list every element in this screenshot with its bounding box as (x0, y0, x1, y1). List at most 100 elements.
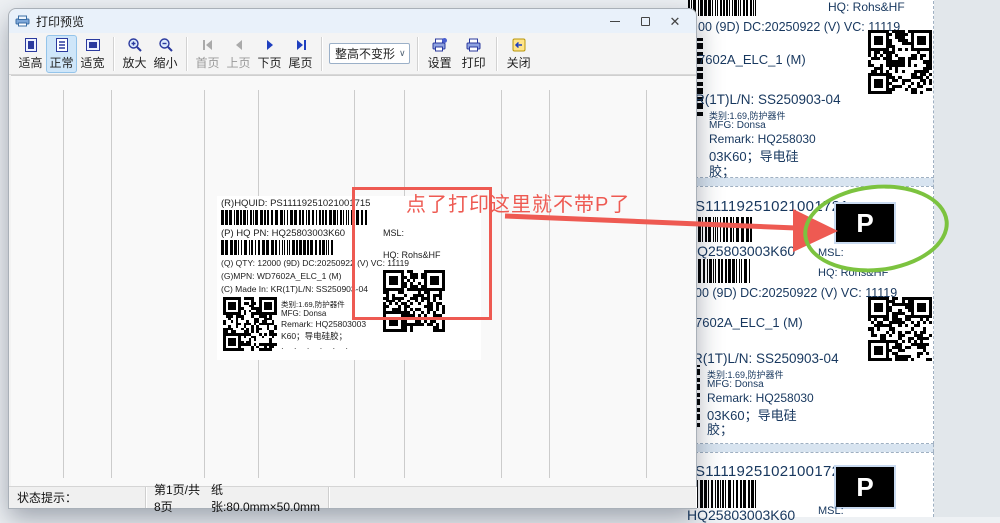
zoom-out-label: 缩小 (153, 54, 177, 71)
fit-height-button[interactable]: 适高 (15, 35, 46, 73)
zoom-out-button[interactable]: 缩小 (150, 35, 181, 73)
label-mfg: MFG: Donsa (707, 379, 764, 390)
label-lot: R(1T)L/N: SS250903-04 (693, 351, 839, 366)
last-page-icon (293, 37, 309, 53)
preview-area[interactable]: (R)HQUID: PS11119251021001715 (P) HQ PN:… (11, 75, 696, 487)
close-preview-label: 关闭 (507, 54, 531, 71)
next-page-button[interactable]: 下页 (254, 35, 285, 73)
print-settings-button[interactable]: 设置 (423, 35, 457, 73)
window-title: 打印预览 (36, 13, 84, 30)
close-icon: ✕ (670, 15, 681, 28)
preview-mfg: MFG: Donsa (281, 309, 326, 318)
preview-hquid: (R)HQUID: PS11119251021001715 (221, 198, 370, 209)
preview-dots: · · · · · · (281, 344, 352, 353)
scale-mode-select[interactable]: 整高不变形 ∨ (329, 43, 410, 64)
print-settings-label: 设置 (428, 54, 452, 71)
close-preview-button[interactable]: 关闭 (502, 35, 536, 73)
preview-remark: Remark: HQ25803003 (281, 319, 366, 329)
fit-height-icon (23, 37, 39, 53)
barcode (688, 259, 750, 283)
minimize-button[interactable] (600, 10, 630, 32)
preview-mpn: (G)MPN: WD7602A_ELC_1 (M) (221, 271, 341, 281)
printed-label-3: S11119251021001722 P HQ25803003K60 MSL: (690, 452, 934, 517)
toolbar-separator (417, 37, 418, 71)
label-pn: HQ25803003K60 (687, 243, 795, 259)
print-settings-icon (431, 37, 448, 53)
prev-page-button[interactable]: 上页 (223, 35, 254, 73)
label-qty: 00 (9D) DC:20250922 (V) VC: 11119 (695, 286, 897, 300)
preview-hq: HQ: Rohs&HF (383, 250, 441, 260)
next-page-label: 下页 (257, 54, 281, 71)
preview-qty: (Q) QTY: 12000 (9D) DC:20250922 (V) VC: … (221, 258, 409, 268)
toolbar-separator (496, 37, 497, 71)
label-remark: Remark: HQ258030 (707, 391, 814, 405)
barcode (688, 0, 756, 16)
next-page-icon (262, 37, 278, 53)
print-icon (465, 37, 482, 53)
fit-height-label: 适高 (18, 54, 42, 71)
prev-page-label: 上页 (226, 54, 250, 71)
toolbar: 适高 正常 适宽 放大 缩 (9, 33, 696, 75)
print-preview-window: 打印预览 ✕ 适高 正常 适宽 (8, 8, 697, 509)
label-lot: R(1T)L/N: SS250903-04 (695, 92, 841, 107)
label-guide-line (646, 90, 647, 478)
label-remark3: 胶； (709, 161, 735, 180)
msl-p-mark: P (836, 467, 894, 507)
qr-code (868, 297, 932, 361)
label-hquid: S11119251021001721 (695, 198, 849, 215)
prev-page-icon (231, 37, 247, 53)
first-page-label: 首页 (195, 54, 219, 71)
label-guide-line (63, 90, 64, 478)
qr-code (223, 297, 277, 351)
toolbar-separator (321, 37, 322, 71)
qr-code (868, 30, 932, 94)
first-page-button[interactable]: 首页 (192, 35, 223, 73)
preview-remark2: K60；导电硅胶； (281, 330, 347, 342)
msl-p-mark: P (836, 204, 894, 242)
label-guide-line (111, 90, 112, 478)
preview-pn: (P) HQ PN: HQ25803003K60 (221, 228, 345, 239)
zoom-in-button[interactable]: 放大 (119, 35, 150, 73)
normal-view-label: 正常 (49, 54, 73, 71)
preview-msl: MSL: (383, 228, 404, 238)
barcode (221, 210, 367, 225)
titlebar[interactable]: 打印预览 ✕ (9, 9, 696, 33)
barcode (688, 217, 754, 242)
close-button[interactable]: ✕ (660, 10, 690, 32)
toolbar-separator (113, 37, 114, 71)
printer-icon (15, 15, 30, 27)
chevron-down-icon: ∨ (395, 48, 406, 59)
minimize-icon (610, 21, 620, 22)
fit-width-button[interactable]: 适宽 (77, 35, 108, 73)
p-letter: P (856, 472, 873, 503)
maximize-icon (641, 17, 650, 26)
toolbar-separator (186, 37, 187, 71)
print-button[interactable]: 打印 (457, 35, 491, 73)
zoom-in-icon (127, 37, 143, 53)
status-extra (329, 487, 696, 508)
label-hquid: S11119251021001722 (695, 463, 849, 480)
fit-width-icon (85, 37, 101, 53)
last-page-button[interactable]: 尾页 (285, 35, 316, 73)
p-letter: P (856, 208, 873, 239)
label-msl: MSL: (818, 505, 844, 517)
label-sheet-panel: HQ: Rohs&HF 00 (9D) DC:20250922 (V) VC: … (690, 0, 1000, 517)
label-hq: HQ: Rohs&HF (818, 267, 888, 279)
exit-icon (511, 37, 527, 53)
label-guide-line (204, 90, 205, 478)
statusbar: 状态提示： 第1页/共8页 纸张:80.0mm×50.0mm (9, 486, 696, 508)
status-hint: 状态提示： (17, 489, 77, 506)
barcode (221, 240, 333, 255)
label-pn: HQ25803003K60 (687, 507, 795, 523)
zoom-in-label: 放大 (122, 54, 146, 71)
print-label: 打印 (462, 54, 486, 71)
maximize-button[interactable] (630, 10, 660, 32)
printed-label-2: S11119251021001721 P HQ25803003K60 MSL: … (690, 186, 934, 444)
printed-label-1: HQ: Rohs&HF 00 (9D) DC:20250922 (V) VC: … (690, 0, 934, 178)
label-mfg: MFG: Donsa (709, 120, 766, 131)
scale-mode-value: 整高不变形 (335, 45, 395, 62)
normal-view-button[interactable]: 正常 (46, 35, 77, 73)
label-mpn: 7602A_ELC_1 (M) (695, 315, 803, 330)
label-mpn: 7602A_ELC_1 (M) (698, 52, 806, 67)
sheet-gutter (933, 0, 1000, 517)
